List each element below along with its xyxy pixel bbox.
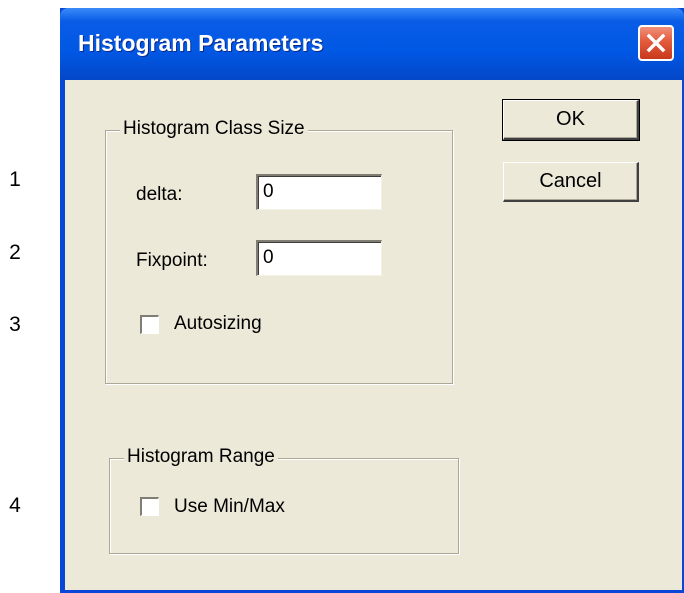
title-bar[interactable]: Histogram Parameters <box>60 8 684 80</box>
cancel-button[interactable]: Cancel <box>503 162 639 202</box>
ok-button[interactable]: OK <box>502 99 640 141</box>
close-button[interactable] <box>638 25 674 61</box>
use-min-max-checkbox[interactable] <box>140 497 159 516</box>
histogram-parameters-dialog: Histogram Parameters Histogram Class Siz… <box>60 8 684 593</box>
dialog-title: Histogram Parameters <box>78 30 324 56</box>
callout-4: 4 <box>9 494 21 517</box>
class-size-group-title: Histogram Class Size <box>120 118 308 140</box>
dialog-client-area: Histogram Class Size delta: 0 Fixpoint: … <box>65 80 682 590</box>
callout-3: 3 <box>9 313 21 336</box>
callout-1: 1 <box>9 168 21 191</box>
close-icon <box>646 33 666 53</box>
range-group-title: Histogram Range <box>124 446 278 468</box>
delta-input[interactable]: 0 <box>256 174 382 210</box>
use-min-max-label[interactable]: Use Min/Max <box>174 496 285 518</box>
callout-2: 2 <box>9 241 21 264</box>
delta-label: delta: <box>136 184 183 205</box>
autosizing-label[interactable]: Autosizing <box>174 313 262 335</box>
fixpoint-input[interactable]: 0 <box>256 240 382 276</box>
autosizing-checkbox[interactable] <box>140 315 159 334</box>
fixpoint-label: Fixpoint: <box>136 250 208 271</box>
